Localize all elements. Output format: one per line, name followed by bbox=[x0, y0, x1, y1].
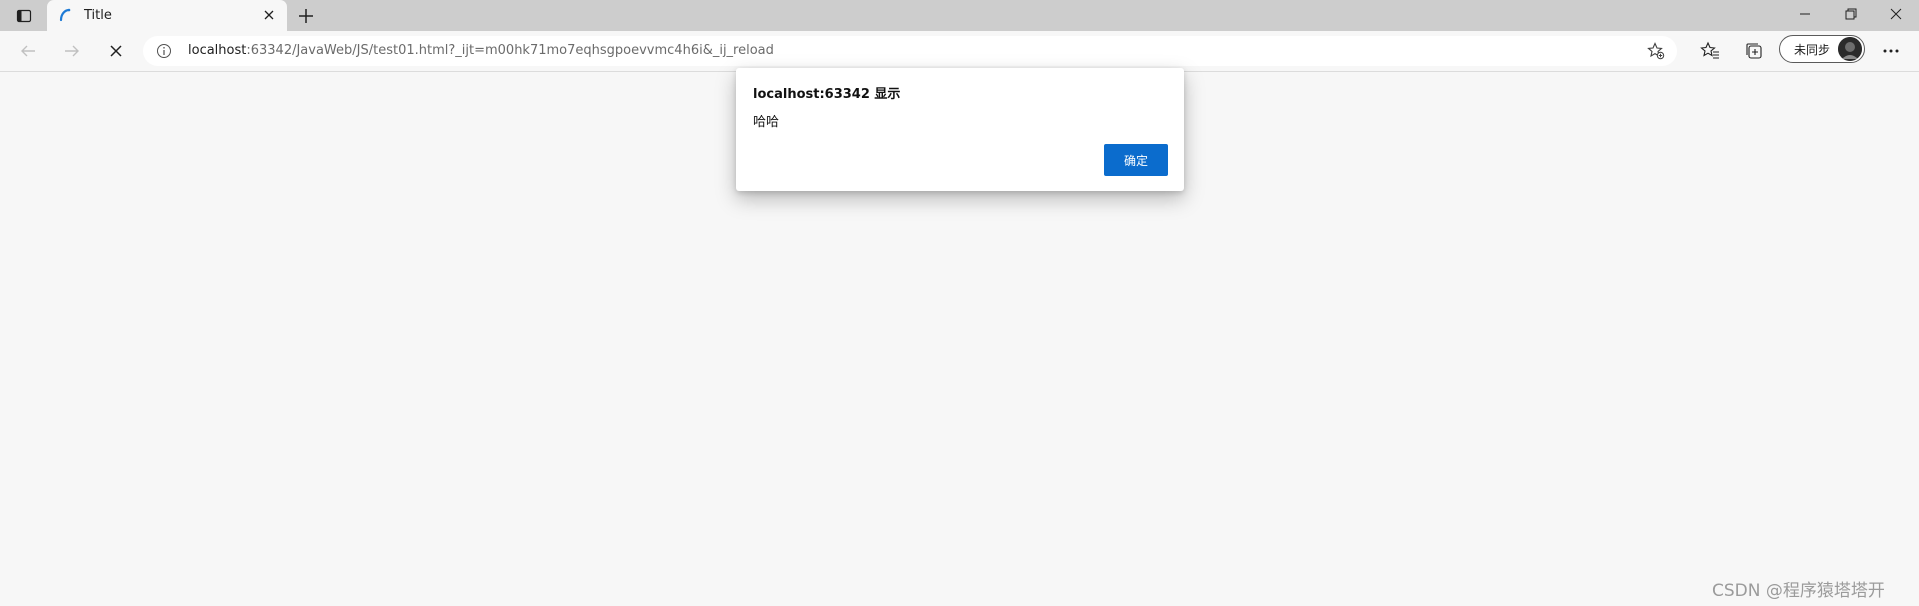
dialog-title: localhost:63342 显示 bbox=[753, 87, 901, 102]
tab-label: Title bbox=[84, 8, 112, 23]
ok-button[interactable]: 确定 bbox=[1104, 144, 1168, 176]
window-close-icon[interactable] bbox=[1873, 0, 1919, 28]
avatar bbox=[1838, 37, 1862, 61]
profile-label: 未同步 bbox=[1794, 43, 1831, 57]
tab-title[interactable]: Title bbox=[47, 0, 287, 31]
tab-actions-icon[interactable] bbox=[8, 4, 40, 28]
stop-loading-icon[interactable] bbox=[104, 39, 128, 63]
minimize-icon[interactable] bbox=[1782, 0, 1828, 28]
favorites-icon[interactable] bbox=[1700, 41, 1720, 61]
tab-strip: Title bbox=[0, 0, 1919, 31]
profile-button[interactable]: 未同步 bbox=[1779, 35, 1865, 63]
info-icon[interactable] bbox=[156, 43, 172, 59]
add-favorite-icon[interactable] bbox=[1647, 42, 1665, 60]
watermark: CSDN @程序猿塔塔开 bbox=[1712, 581, 1885, 601]
back-arrow-icon[interactable] bbox=[16, 39, 40, 63]
alert-dialog: localhost:63342 显示 哈哈 确定 bbox=[736, 68, 1184, 191]
intellij-favicon bbox=[57, 7, 73, 23]
more-icon[interactable] bbox=[1880, 41, 1902, 61]
restore-icon[interactable] bbox=[1828, 0, 1874, 28]
url-text[interactable]: localhost:63342/JavaWeb/JS/test01.html?_… bbox=[188, 43, 774, 58]
url-rest: :63342/JavaWeb/JS/test01.html?_ijt=m00hk… bbox=[246, 43, 774, 58]
close-icon[interactable] bbox=[261, 7, 277, 23]
url-host: localhost bbox=[188, 43, 247, 58]
collections-icon[interactable] bbox=[1744, 41, 1764, 61]
browser-toolbar: localhost:63342/JavaWeb/JS/test01.html?_… bbox=[0, 31, 1919, 72]
forward-arrow-icon[interactable] bbox=[60, 39, 84, 63]
plus-icon[interactable] bbox=[295, 5, 317, 27]
dialog-message: 哈哈 bbox=[753, 115, 780, 130]
address-bar[interactable]: localhost:63342/JavaWeb/JS/test01.html?_… bbox=[143, 36, 1677, 66]
